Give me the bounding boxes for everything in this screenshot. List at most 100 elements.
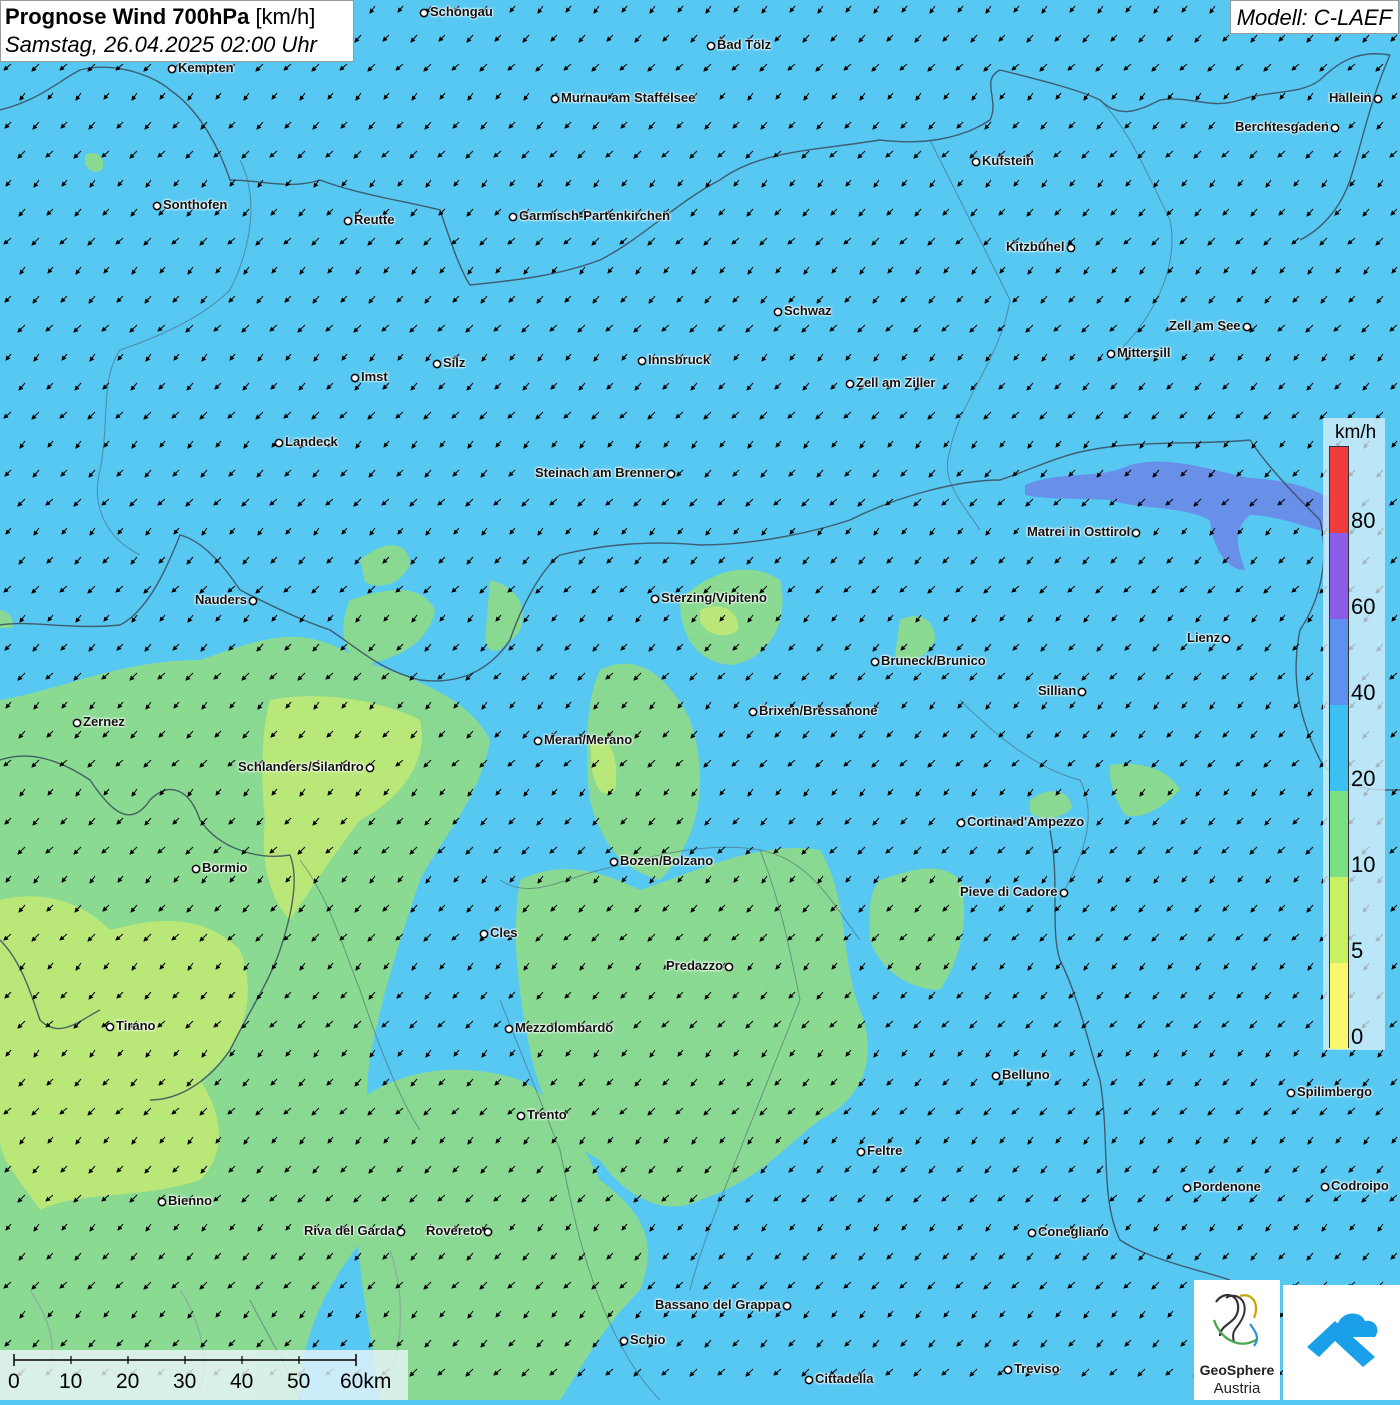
model-label: Modell: C-LAEF (1229, 0, 1399, 34)
city-label: Belluno (1002, 1067, 1050, 1082)
city-marker-icon (637, 356, 647, 366)
scale-label-20: 20 (116, 1370, 140, 1393)
city-marker-icon (479, 929, 489, 939)
city-marker-icon (343, 216, 353, 226)
title-unit: [km/h] (255, 4, 316, 29)
city-label: Zell am Ziller (856, 375, 936, 390)
app-logo[interactable] (1283, 1285, 1400, 1400)
geosphere-logo-subtext: Austria (1213, 1380, 1261, 1397)
city-label: Zernez (83, 714, 125, 729)
weather-app-icon (1307, 1313, 1378, 1367)
city-label: Kempten (178, 60, 234, 75)
city-marker-icon (609, 857, 619, 867)
city-marker-icon (1330, 123, 1340, 133)
legend-label-5: 5 (1351, 938, 1364, 963)
city-label: Pordenone (1193, 1179, 1261, 1194)
city-label: Brixen/Bressanone (759, 703, 878, 718)
city-label: Tirano (116, 1018, 156, 1033)
city-label: Innsbruck (648, 352, 711, 367)
city-label: Feltre (867, 1143, 903, 1158)
city-marker-icon (782, 1301, 792, 1311)
map-title: Prognose Wind 700hPa [km/h] (5, 3, 349, 31)
geosphere-emblem-icon (1212, 1293, 1259, 1347)
scale-label-30: 30 (173, 1370, 197, 1393)
city-label: Cittadella (815, 1371, 874, 1386)
city-marker-icon (666, 469, 676, 479)
city-marker-icon (956, 818, 966, 828)
legend-color-bar (1329, 446, 1349, 1049)
city-label: Schongau (430, 4, 493, 19)
city-marker-icon (1286, 1088, 1296, 1098)
city-label: Kitzbühel (1006, 239, 1065, 254)
legend-seg-5-10 (1330, 877, 1348, 963)
city-label: Bruneck/Brunico (881, 653, 986, 668)
city-label: Schlanders/Silandro (238, 759, 364, 774)
city-label: Zell am See (1169, 318, 1241, 333)
city-label: Treviso (1014, 1361, 1060, 1376)
city-label: Imst (361, 369, 388, 384)
title-box: Prognose Wind 700hPa [km/h] Samstag, 26.… (0, 0, 354, 62)
city-label: Matrei in Osttirol (1027, 524, 1131, 539)
city-label: Sterzing/Vipiteno (661, 590, 767, 605)
city-marker-icon (191, 864, 201, 874)
city-marker-icon (167, 64, 177, 74)
city-label: Lienz (1187, 630, 1221, 645)
city-marker-icon (1027, 1228, 1037, 1238)
city-label: Rovereto (426, 1223, 483, 1238)
city-label: Sonthofen (163, 197, 228, 212)
city-marker-icon (533, 736, 543, 746)
city-marker-icon (1059, 888, 1069, 898)
city-marker-icon (870, 657, 880, 667)
city-label: Garmisch-Partenkirchen (519, 208, 671, 223)
city-label: Reutte (354, 212, 395, 227)
city-marker-icon (105, 1022, 115, 1032)
forecast-datetime: Samstag, 26.04.2025 02:00 Uhr (5, 32, 317, 57)
city-marker-icon (619, 1336, 629, 1346)
city-marker-icon (1320, 1182, 1330, 1192)
city-label: Bormio (202, 860, 248, 875)
geosphere-logo[interactable]: GeoSphere Austria (1194, 1280, 1280, 1400)
city-marker-icon (483, 1227, 493, 1237)
legend-label-0: 0 (1351, 1024, 1364, 1049)
city-marker-icon (152, 201, 162, 211)
legend-label-10: 10 (1351, 852, 1376, 877)
city-marker-icon (1221, 634, 1231, 644)
city-label: Cles (490, 925, 518, 940)
city-label: Bozen/Bolzano (620, 853, 714, 868)
city-marker-icon (971, 157, 981, 167)
legend-seg-80-plus (1330, 447, 1348, 533)
city-label: Predazzo (666, 958, 724, 973)
city-label: Bad Tölz (717, 37, 772, 52)
legend-label-40: 40 (1351, 680, 1376, 705)
city-marker-icon (1242, 322, 1252, 332)
city-marker-icon (773, 307, 783, 317)
city-marker-icon (804, 1375, 814, 1385)
city-marker-icon (1182, 1183, 1192, 1193)
city-label: Hallein (1329, 90, 1372, 105)
city-label: Bienno (168, 1193, 213, 1208)
city-marker-icon (550, 94, 560, 104)
city-marker-icon (248, 596, 258, 606)
title-main: Prognose Wind 700hPa (5, 4, 250, 29)
city-label: Trento (527, 1107, 567, 1122)
city-marker-icon (508, 212, 518, 222)
legend-label-20: 20 (1351, 766, 1376, 791)
legend-seg-10-20 (1330, 791, 1348, 877)
city-marker-icon (419, 8, 429, 18)
legend-seg-60-80 (1330, 533, 1348, 619)
city-label: Cortina d'Ampezzo (967, 814, 1085, 829)
city-label: Codroipo (1331, 1178, 1389, 1193)
city-marker-icon (748, 707, 758, 717)
legend-label-60: 60 (1351, 594, 1376, 619)
city-marker-icon (1373, 94, 1383, 104)
city-label: Landeck (285, 434, 338, 449)
scale-label-60km: 60km (340, 1370, 392, 1393)
legend-seg-0-5 (1330, 963, 1348, 1049)
scale-bar: 0 10 20 30 40 50 60km (0, 1350, 408, 1400)
city-label: Murnau am Staffelsee (561, 90, 696, 105)
city-label: Sillian (1038, 683, 1077, 698)
legend-seg-20-40 (1330, 705, 1348, 791)
city-label: Nauders (195, 592, 248, 607)
city-label: Spilimbergo (1297, 1084, 1373, 1099)
city-label: Steinach am Brenner (535, 465, 666, 480)
